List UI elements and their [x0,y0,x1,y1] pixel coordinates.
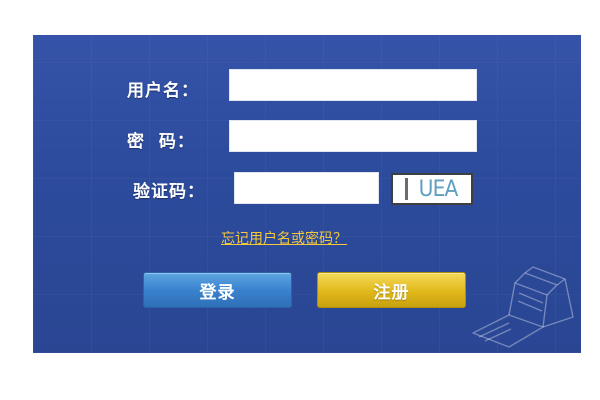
login-button[interactable]: 登录 [143,272,292,308]
register-button-label: 注册 [373,282,410,303]
open-book-icon [472,266,574,348]
username-input[interactable] [229,69,477,101]
captcha-label: 验证码： [133,182,205,202]
register-button[interactable]: 注册 [317,272,466,308]
captcha-noise-mark [404,178,408,200]
password-label: 密 码： [127,132,195,152]
captcha-input[interactable] [234,172,379,204]
login-button-label: 登录 [199,282,236,303]
username-label: 用户名： [127,81,199,101]
captcha-text: UEA [418,176,459,202]
captcha-image[interactable]: UEA [391,173,473,205]
forgot-credentials-link[interactable]: 忘记用户名或密码？ [221,228,347,248]
login-panel: 用户名： 密 码： 验证码： UEA 忘记用户名或密码？ 登录 注册 [33,35,581,353]
password-input[interactable] [229,120,477,152]
